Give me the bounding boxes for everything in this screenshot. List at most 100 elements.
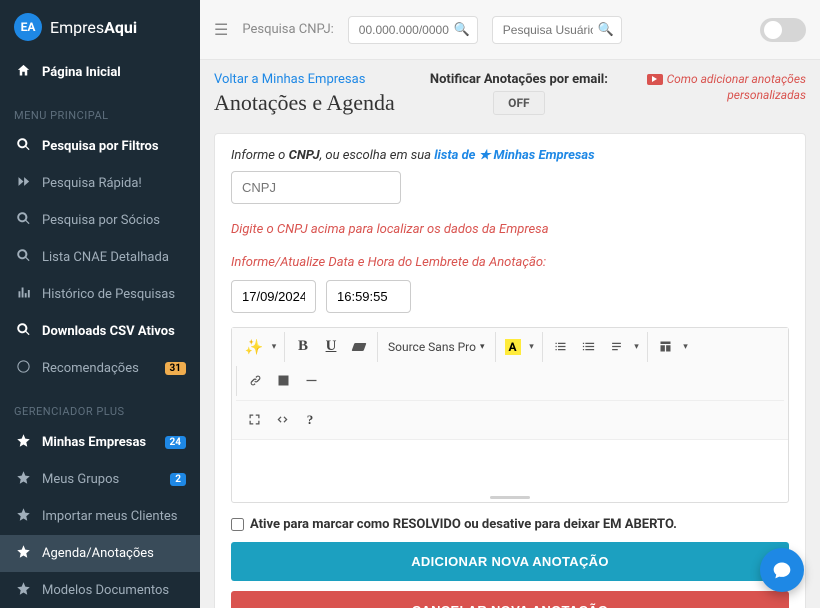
paragraph-icon[interactable] <box>603 334 631 360</box>
minus-icon[interactable] <box>297 368 325 394</box>
search-user-group: 🔍 <box>492 16 622 44</box>
sidebar-item-label: Downloads CSV Ativos <box>42 324 186 339</box>
sidebar-item-label: Importar meus Clientes <box>42 509 186 524</box>
main: ☰ Pesquisa CNPJ: 🔍 🔍 Voltar a Minhas Emp… <box>200 0 820 608</box>
text-color-icon[interactable]: A <box>500 334 526 360</box>
search-icon <box>14 322 32 341</box>
brand-logo: EA <box>14 13 42 41</box>
editor-toolbar: ✨ ▾ B U Source Sans Pro▾ A ▾ <box>232 328 788 440</box>
sidebar-item-label: Agenda/Anotações <box>42 546 186 561</box>
sidebar-item-label: Histórico de Pesquisas <box>42 287 186 302</box>
add-annotation-button[interactable]: ADICIONAR NOVA ANOTAÇÃO <box>231 542 789 581</box>
star-icon <box>14 544 32 563</box>
search-user-input[interactable] <box>492 16 622 44</box>
sidebar-item-agenda[interactable]: Agenda/Anotações <box>0 535 200 572</box>
sidebar-item-importar[interactable]: Importar meus Clientes <box>0 498 200 535</box>
underline-icon[interactable]: U <box>317 334 345 360</box>
content: Voltar a Minhas Empresas Anotações e Age… <box>200 60 820 608</box>
star-icon: ★ <box>479 148 491 163</box>
dropdown-icon[interactable]: ▾ <box>680 334 692 360</box>
resolved-checkbox[interactable] <box>231 518 244 531</box>
circle-icon <box>14 359 32 378</box>
search-icon <box>14 137 32 156</box>
star-icon <box>14 470 32 489</box>
star-icon <box>14 433 32 452</box>
annotation-form: Informe o CNPJ, ou escolha em sua lista … <box>214 133 806 608</box>
sidebar-item-home[interactable]: Página Inicial <box>0 54 200 91</box>
page-title: Anotações e Agenda <box>214 89 410 117</box>
sidebar-item-cnae[interactable]: Lista CNAE Detalhada <box>0 239 200 276</box>
star-icon <box>14 507 32 526</box>
notify-label: Notificar Anotações por email: <box>430 72 608 87</box>
sidebar-item-historico[interactable]: Histórico de Pesquisas <box>0 276 200 313</box>
badge: 2 <box>170 473 186 486</box>
topbar: ☰ Pesquisa CNPJ: 🔍 🔍 <box>200 0 820 60</box>
chart-icon <box>14 285 32 304</box>
datetime-row <box>231 280 789 313</box>
time-input[interactable] <box>326 280 411 313</box>
dropdown-icon[interactable]: ▾ <box>631 334 643 360</box>
bold-icon[interactable]: B <box>289 334 317 360</box>
my-companies-link[interactable]: lista de ★ Minhas Empresas <box>434 148 594 163</box>
sidebar-item-label: Pesquisa por Sócios <box>42 213 186 228</box>
brand-name: EmpresAqui <box>50 18 137 37</box>
sidebar-item-minhas[interactable]: Minhas Empresas 24 <box>0 424 200 461</box>
magic-icon[interactable]: ✨ <box>240 334 268 360</box>
brand-header[interactable]: EA EmpresAqui <box>0 0 200 54</box>
list-ul-icon[interactable] <box>547 334 575 360</box>
home-icon <box>14 63 32 82</box>
cancel-annotation-button[interactable]: CANCELAR NOVA ANOTAÇÃO <box>231 591 789 608</box>
sidebar-item-modelos[interactable]: Modelos Documentos <box>0 572 200 608</box>
sidebar-item-label: Página Inicial <box>42 65 186 80</box>
theme-toggle[interactable] <box>760 18 806 42</box>
sidebar-item-label: Meus Grupos <box>42 472 166 487</box>
rich-text-editor: ✨ ▾ B U Source Sans Pro▾ A ▾ <box>231 327 789 503</box>
resize-handle[interactable] <box>232 494 788 502</box>
date-input[interactable] <box>231 280 316 313</box>
sidebar-item-filtros[interactable]: Pesquisa por Filtros <box>0 128 200 165</box>
back-link[interactable]: Voltar a Minhas Empresas <box>214 72 410 87</box>
dropdown-icon[interactable]: ▾ <box>526 334 538 360</box>
sidebar: EA EmpresAqui Página Inicial MENU PRINCI… <box>0 0 200 608</box>
reminder-prompt: Informe/Atualize Data e Hora do Lembrete… <box>231 255 789 270</box>
editor-content[interactable] <box>232 440 788 494</box>
search-cnpj-group: 🔍 <box>348 16 478 44</box>
notify-toggle[interactable]: OFF <box>493 91 544 115</box>
sidebar-item-label: Pesquisa por Filtros <box>42 139 186 154</box>
sidebar-item-socios[interactable]: Pesquisa por Sócios <box>0 202 200 239</box>
sidebar-section-main: MENU PRINCIPAL <box>0 91 200 128</box>
image-icon[interactable] <box>269 368 297 394</box>
sidebar-item-grupos[interactable]: Meus Grupos 2 <box>0 461 200 498</box>
search-icon <box>14 211 32 230</box>
list-ol-icon[interactable] <box>575 334 603 360</box>
sidebar-item-rapida[interactable]: Pesquisa Rápida! <box>0 165 200 202</box>
search-icon <box>14 248 32 267</box>
sidebar-item-recomendacoes[interactable]: Recomendações 31 <box>0 350 200 387</box>
sidebar-item-label: Minhas Empresas <box>42 435 161 450</box>
code-icon[interactable] <box>268 407 296 433</box>
validation-message: Digite o CNPJ acima para localizar os da… <box>231 222 789 237</box>
cnpj-prompt: Informe o CNPJ, ou escolha em sua lista … <box>231 148 789 163</box>
resolved-checkbox-row[interactable]: Ative para marcar como RESOLVIDO ou desa… <box>231 517 789 532</box>
dropdown-icon[interactable]: ▾ <box>268 334 280 360</box>
link-icon[interactable] <box>241 368 269 394</box>
sidebar-item-label: Modelos Documentos <box>42 583 186 598</box>
sidebar-section-plus: GERENCIADOR PLUS <box>0 387 200 424</box>
font-family-select[interactable]: Source Sans Pro▾ <box>382 334 491 360</box>
menu-toggle-icon[interactable]: ☰ <box>214 20 228 39</box>
fast-forward-icon <box>14 174 32 193</box>
eraser-icon[interactable] <box>345 334 373 360</box>
search-cnpj-input[interactable] <box>348 16 478 44</box>
youtube-icon <box>647 74 663 85</box>
sidebar-item-label: Lista CNAE Detalhada <box>42 250 186 265</box>
help-icon[interactable]: ? <box>296 407 324 433</box>
sidebar-item-downloads[interactable]: Downloads CSV Ativos <box>0 313 200 350</box>
chat-fab[interactable] <box>760 548 804 592</box>
cnpj-input[interactable] <box>231 171 401 204</box>
fullscreen-icon[interactable] <box>240 407 268 433</box>
help-video-link[interactable]: Como adicionar anotações personalizadas <box>628 72 806 103</box>
badge: 31 <box>165 362 186 375</box>
resolved-label: Ative para marcar como RESOLVIDO ou desa… <box>250 517 677 532</box>
table-icon[interactable] <box>652 334 680 360</box>
star-icon <box>14 581 32 600</box>
